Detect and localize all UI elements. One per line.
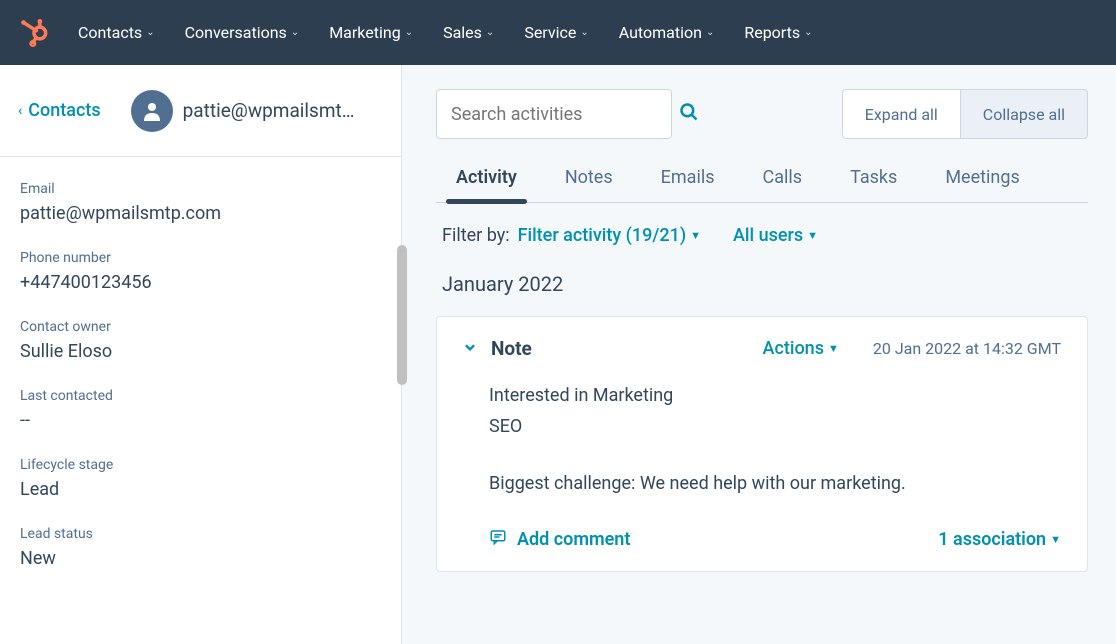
contact-sidebar: ‹ Contacts pattie@wpmailsmt… Email patti… xyxy=(0,65,402,644)
filter-users-dropdown[interactable]: All users▼ xyxy=(733,225,818,246)
chevron-down-icon: ⌄ xyxy=(580,27,588,38)
chevron-down-icon: ▼ xyxy=(1050,533,1061,546)
month-heading: January 2022 xyxy=(442,272,1088,296)
nav-service[interactable]: Service⌄ xyxy=(524,23,588,42)
tab-notes[interactable]: Notes xyxy=(565,153,613,202)
contact-details: Email pattie@wpmailsmtp.com Phone number… xyxy=(0,157,401,569)
sidebar-header: ‹ Contacts pattie@wpmailsmt… xyxy=(0,65,401,157)
contact-avatar[interactable] xyxy=(131,90,173,132)
chevron-down-icon: ⌄ xyxy=(706,27,714,38)
expand-collapse-group: Expand all Collapse all xyxy=(842,89,1088,139)
chevron-down-icon: ⌄ xyxy=(146,27,154,38)
field-email: Email pattie@wpmailsmtp.com xyxy=(20,181,381,224)
field-lifecycle: Lifecycle stage Lead xyxy=(20,457,381,500)
activity-panel: Expand all Collapse all Activity Notes E… xyxy=(402,65,1116,644)
contact-name-display: pattie@wpmailsmt… xyxy=(183,99,355,122)
filter-row: Filter by: Filter activity (19/21)▼ All … xyxy=(436,203,1088,268)
hubspot-logo-icon[interactable] xyxy=(20,19,48,47)
top-navbar: Contacts⌄ Conversations⌄ Marketing⌄ Sale… xyxy=(0,0,1116,65)
chevron-left-icon: ‹ xyxy=(18,103,22,119)
tab-emails[interactable]: Emails xyxy=(661,153,715,202)
note-line: Biggest challenge: We need help with our… xyxy=(489,470,1061,499)
associations-dropdown[interactable]: 1 association▼ xyxy=(938,529,1061,550)
nav-conversations[interactable]: Conversations⌄ xyxy=(185,23,300,42)
scrollbar-thumb[interactable] xyxy=(397,245,407,385)
back-to-contacts-link[interactable]: ‹ Contacts xyxy=(18,100,101,121)
filter-activity-dropdown[interactable]: Filter activity (19/21)▼ xyxy=(518,225,701,246)
expand-all-button[interactable]: Expand all xyxy=(842,89,960,139)
chevron-down-icon: ⌄ xyxy=(486,27,494,38)
search-activities-box[interactable] xyxy=(436,89,672,139)
nav-sales[interactable]: Sales⌄ xyxy=(443,23,494,42)
chevron-down-icon: ▼ xyxy=(690,229,701,242)
search-icon[interactable] xyxy=(679,102,699,127)
tab-activity[interactable]: Activity xyxy=(456,153,517,202)
nav-automation[interactable]: Automation⌄ xyxy=(619,23,715,42)
field-lead-status: Lead status New xyxy=(20,526,381,569)
add-comment-button[interactable]: Add comment xyxy=(489,528,630,551)
chevron-down-icon: ▼ xyxy=(807,229,818,242)
note-line: SEO xyxy=(489,413,1061,442)
activity-tabs: Activity Notes Emails Calls Tasks Meetin… xyxy=(436,153,1088,203)
tab-meetings[interactable]: Meetings xyxy=(945,153,1019,202)
nav-reports[interactable]: Reports⌄ xyxy=(744,23,812,42)
field-phone: Phone number +447400123456 xyxy=(20,250,381,293)
note-line: Interested in Marketing xyxy=(489,382,1061,411)
field-last-contacted: Last contacted -- xyxy=(20,388,381,431)
field-owner: Contact owner Sullie Eloso xyxy=(20,319,381,362)
collapse-note-icon[interactable] xyxy=(463,340,477,358)
chevron-down-icon: ▼ xyxy=(828,342,839,355)
chevron-down-icon: ⌄ xyxy=(405,27,413,38)
note-actions-dropdown[interactable]: Actions▼ xyxy=(763,338,839,359)
note-body: Interested in Marketing SEO Biggest chal… xyxy=(463,360,1061,508)
back-label: Contacts xyxy=(28,100,100,121)
note-timestamp: 20 Jan 2022 at 14:32 GMT xyxy=(873,339,1061,358)
nav-marketing[interactable]: Marketing⌄ xyxy=(329,23,413,42)
nav-contacts[interactable]: Contacts⌄ xyxy=(78,23,155,42)
chevron-down-icon: ⌄ xyxy=(291,27,299,38)
chevron-down-icon: ⌄ xyxy=(804,27,812,38)
card-title: Note xyxy=(491,337,749,360)
comment-icon xyxy=(489,528,507,551)
search-input[interactable] xyxy=(451,104,679,125)
tab-tasks[interactable]: Tasks xyxy=(850,153,897,202)
note-card: Note Actions▼ 20 Jan 2022 at 14:32 GMT I… xyxy=(436,316,1088,572)
collapse-all-button[interactable]: Collapse all xyxy=(960,89,1088,139)
tab-calls[interactable]: Calls xyxy=(763,153,803,202)
filter-by-label: Filter by: xyxy=(442,225,510,246)
